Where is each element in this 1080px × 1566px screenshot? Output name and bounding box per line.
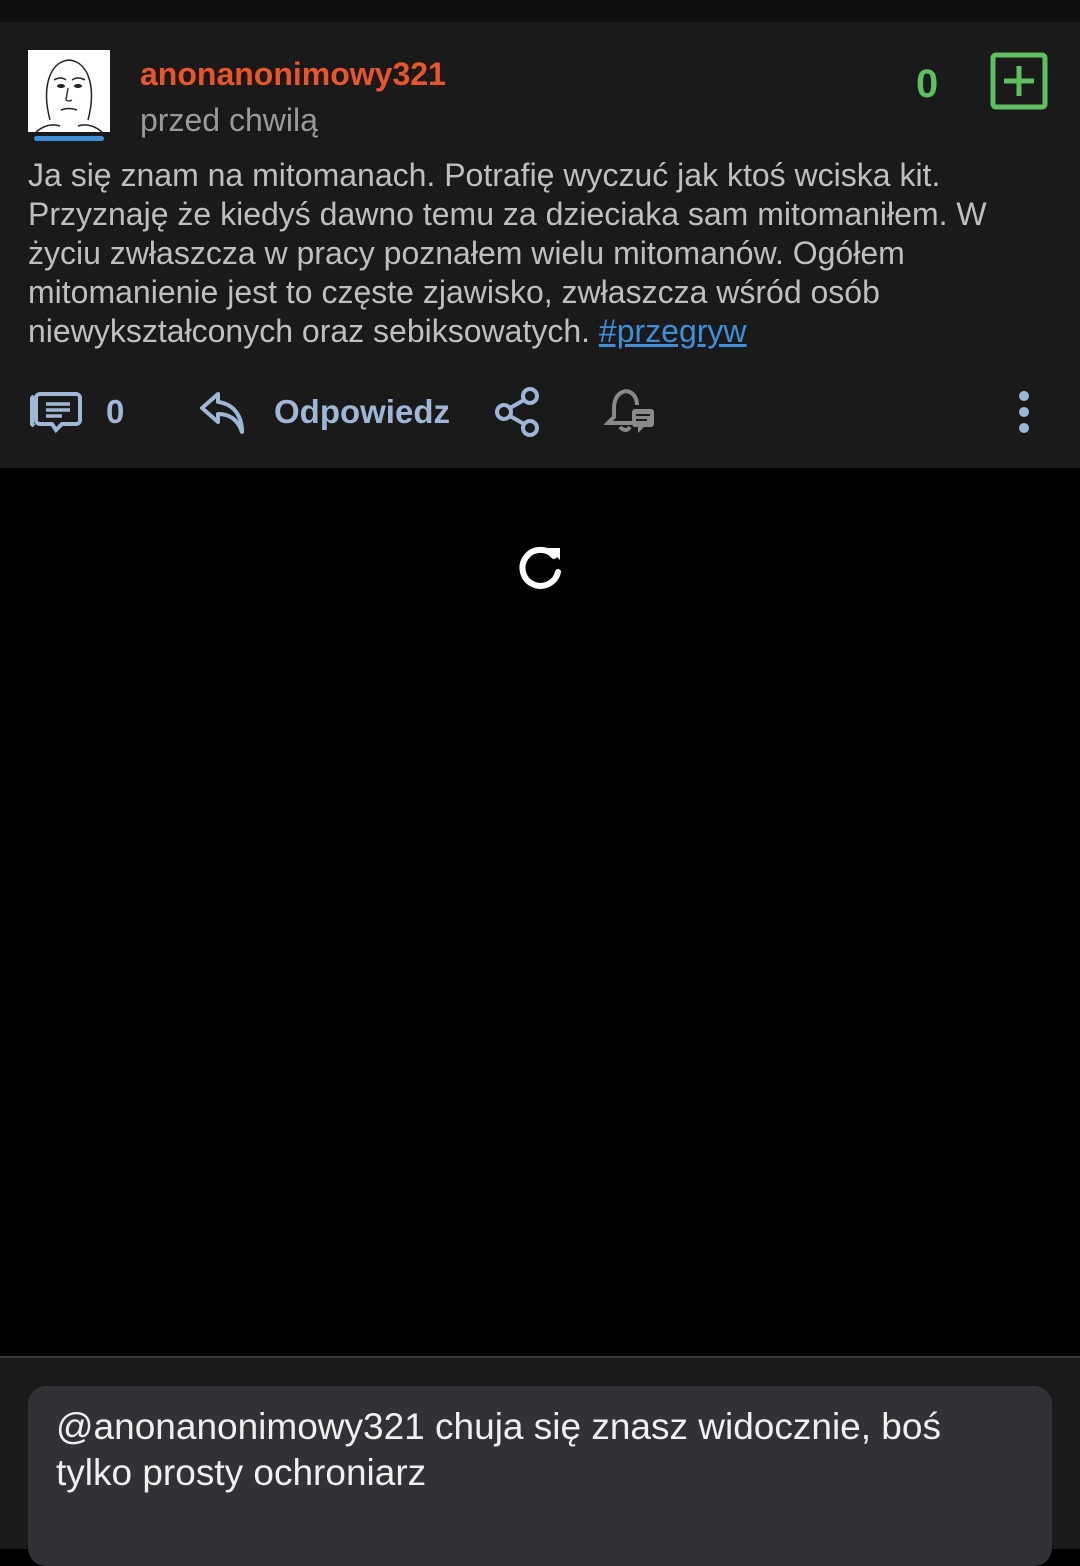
reply-label: Odpowiedz — [274, 393, 450, 430]
comments-icon — [30, 392, 82, 434]
share-button[interactable] — [492, 382, 544, 442]
reply-input-text: @anonanonimowy321 chuja się znasz widocz… — [56, 1406, 941, 1493]
reply-input[interactable]: @anonanonimowy321 chuja się znasz widocz… — [28, 1386, 1052, 1566]
post-actions: 0 Odpowiedz — [0, 382, 1080, 442]
reply-composer: @anonanonimowy321 chuja się znasz widocz… — [0, 1358, 1080, 1566]
vote-count: 0 — [916, 62, 939, 106]
plus-box-icon — [990, 52, 1048, 110]
hashtag-link[interactable]: #przegryw — [599, 313, 747, 349]
subscribe-bell-button[interactable] — [604, 382, 658, 442]
bell-comment-icon — [604, 389, 654, 433]
more-vert-icon — [1019, 391, 1029, 433]
avatar[interactable] — [28, 50, 110, 132]
share-icon — [495, 387, 539, 437]
upvote-button[interactable] — [990, 52, 1048, 110]
post-card: anonanonimowy321 przed chwilą 0 Ja się z… — [0, 22, 1080, 468]
comments-button[interactable]: 0 — [28, 382, 124, 442]
comment-count: 0 — [106, 393, 125, 430]
post-text: Ja się znam na mitomanach. Potrafię wycz… — [28, 157, 987, 349]
status-strip — [0, 0, 1080, 22]
author-name[interactable]: anonanonimowy321 — [140, 56, 446, 93]
more-options-button[interactable] — [1012, 382, 1036, 442]
avatar-face-icon — [28, 50, 110, 132]
reload-button[interactable] — [514, 542, 566, 594]
reply-button[interactable]: Odpowiedz — [198, 382, 450, 442]
reply-arrow-icon — [200, 392, 244, 434]
avatar-underline — [34, 136, 104, 141]
post-time: przed chwilą — [140, 102, 318, 138]
reload-icon — [519, 546, 561, 589]
post-content: Ja się znam na mitomanach. Potrafię wycz… — [28, 156, 1058, 351]
